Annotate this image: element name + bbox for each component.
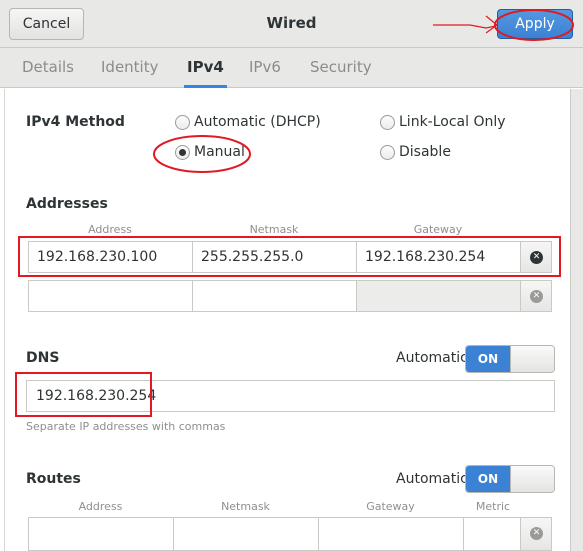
radio-manual-label[interactable]: Manual (194, 144, 245, 160)
routes-automatic-switch[interactable]: ON (465, 465, 555, 493)
netmask-field[interactable]: 255.255.255.0 (192, 241, 357, 273)
header-bar: Cancel Wired Apply (0, 0, 583, 48)
ipv4-method-label: IPv4 Method (26, 114, 125, 130)
route-gateway-field[interactable] (318, 517, 464, 551)
delete-route-button[interactable]: ✕ (520, 517, 552, 551)
radio-automatic-dhcp[interactable] (175, 115, 190, 130)
routes-switch-knob (510, 466, 554, 492)
route-address-column-header: Address (78, 500, 123, 513)
dns-heading: DNS (26, 350, 60, 366)
radio-disable[interactable] (380, 145, 395, 160)
apply-button[interactable]: Apply (497, 9, 573, 39)
netmask-column-header: Netmask (249, 223, 299, 236)
tab-security[interactable]: Security (310, 48, 372, 88)
right-edge-panel (570, 89, 583, 551)
new-netmask-field[interactable] (192, 280, 357, 312)
route-address-field[interactable] (28, 517, 174, 551)
new-address-field[interactable] (28, 280, 193, 312)
delete-new-address-button[interactable]: ✕ (520, 280, 552, 312)
clear-icon: ✕ (530, 251, 543, 264)
route-gateway-column-header: Gateway (366, 500, 415, 513)
radio-manual[interactable] (175, 145, 190, 160)
route-netmask-field[interactable] (173, 517, 319, 551)
address-field[interactable]: 192.168.230.100 (28, 241, 193, 273)
dns-switch-on-label: ON (466, 346, 510, 372)
routes-switch-on-label: ON (466, 466, 510, 492)
clear-icon: ✕ (530, 290, 543, 303)
routes-heading: Routes (26, 471, 81, 487)
tab-ipv6[interactable]: IPv6 (249, 48, 281, 88)
delete-address-button[interactable]: ✕ (520, 241, 552, 273)
dialog-title: Wired (266, 14, 317, 32)
clear-icon: ✕ (530, 527, 543, 540)
gateway-column-header: Gateway (413, 223, 463, 236)
new-gateway-field[interactable] (356, 280, 521, 312)
route-metric-column-header: Metric (475, 500, 511, 513)
radio-link-local-only[interactable] (380, 115, 395, 130)
dns-servers-field[interactable]: 192.168.230.254 (26, 380, 555, 412)
routes-automatic-label: Automatic (396, 471, 468, 487)
addresses-heading: Addresses (26, 196, 108, 212)
tab-details[interactable]: Details (22, 48, 74, 88)
tab-bar: Details Identity IPv4 IPv6 Security (0, 48, 583, 88)
dns-hint: Separate IP addresses with commas (26, 420, 226, 433)
gateway-field[interactable]: 192.168.230.254 (356, 241, 521, 273)
dns-automatic-switch[interactable]: ON (465, 345, 555, 373)
tab-identity[interactable]: Identity (101, 48, 159, 88)
tab-ipv4[interactable]: IPv4 (184, 48, 227, 88)
radio-disable-label[interactable]: Disable (399, 144, 451, 160)
radio-link-local-only-label[interactable]: Link-Local Only (399, 114, 506, 130)
dns-switch-knob (510, 346, 554, 372)
route-netmask-column-header: Netmask (221, 500, 270, 513)
dns-automatic-label: Automatic (396, 350, 468, 366)
route-metric-field[interactable] (463, 517, 521, 551)
radio-automatic-dhcp-label[interactable]: Automatic (DHCP) (194, 114, 321, 130)
address-column-header: Address (88, 223, 132, 236)
